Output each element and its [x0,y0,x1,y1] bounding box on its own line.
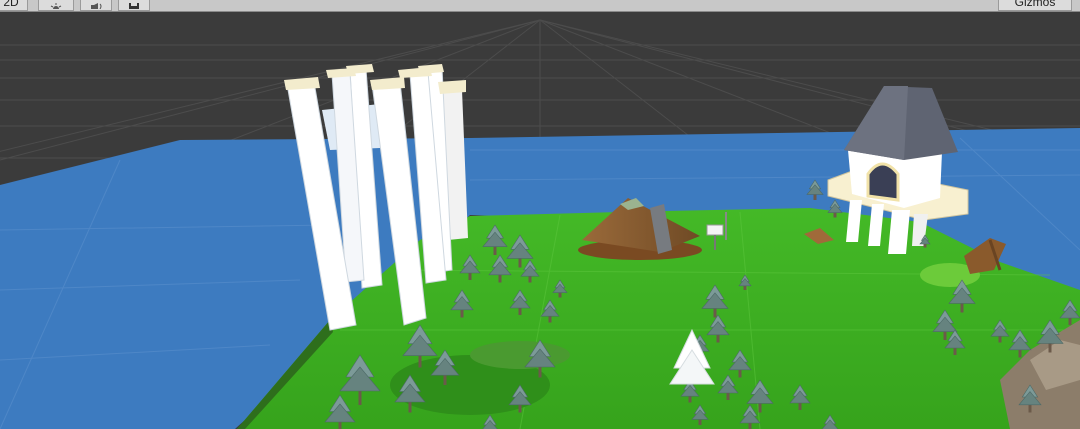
tree-trunk [738,369,742,378]
tree-trunk [443,375,447,385]
scene-viewport [0,12,1080,429]
tree-trunk [833,212,837,218]
tree-trunk [498,274,502,283]
tower-doorway [866,162,900,202]
tree-trunk [338,422,342,429]
gizmos-dropdown[interactable]: Gizmos [998,0,1072,11]
tree-trunk [698,419,702,425]
scene-lighting-toggle[interactable] [38,0,74,11]
2d-mode-label: 2D [3,0,19,9]
tree-trunk [460,309,464,318]
gizmos-label: Gizmos [1014,0,1056,9]
tree-trunk [1048,343,1052,353]
tree-trunk [418,355,422,368]
tree-trunk [358,391,362,405]
tree-trunk [923,244,927,248]
2d-mode-toggle[interactable]: 2D [0,0,28,11]
tree-trunk [518,308,522,315]
tree-trunk [528,276,532,283]
tree-trunk [1028,404,1032,413]
tree-trunk [743,285,747,290]
sign-board [706,224,724,236]
speaker-icon [88,3,104,10]
tree-trunk [748,423,752,429]
tree-trunk [953,348,957,355]
scene-toolbar: 2D Gizmos [0,0,1080,12]
tree-trunk [558,292,562,298]
tree-trunk [758,403,762,413]
unity-editor: 2D Gizmos [0,0,1080,429]
tree-trunk [998,336,1002,343]
tree-trunk [713,308,717,318]
tree-trunk [726,393,730,400]
tree-trunk [688,396,692,403]
scene-view[interactable] [0,12,1080,429]
tree-trunk [493,246,497,255]
sun-icon [50,3,62,10]
tree-trunk [408,402,412,413]
tree-trunk [548,316,552,323]
image-icon [128,3,140,10]
tree-trunk [798,403,802,410]
tree-trunk [538,367,542,378]
tree-trunk [518,258,522,268]
tree-trunk [1018,349,1022,358]
tree-trunk [468,273,472,280]
tree-trunk [518,404,522,413]
tree-trunk [943,331,947,340]
hill [470,341,570,369]
tree-trunk [716,334,720,343]
scene-effects-toggle[interactable] [118,0,150,11]
pillar-cap [438,80,466,94]
tree-trunk [960,303,964,313]
tree-trunk [1068,318,1072,325]
tree-trunk [813,194,817,200]
scene-audio-toggle[interactable] [80,0,112,11]
